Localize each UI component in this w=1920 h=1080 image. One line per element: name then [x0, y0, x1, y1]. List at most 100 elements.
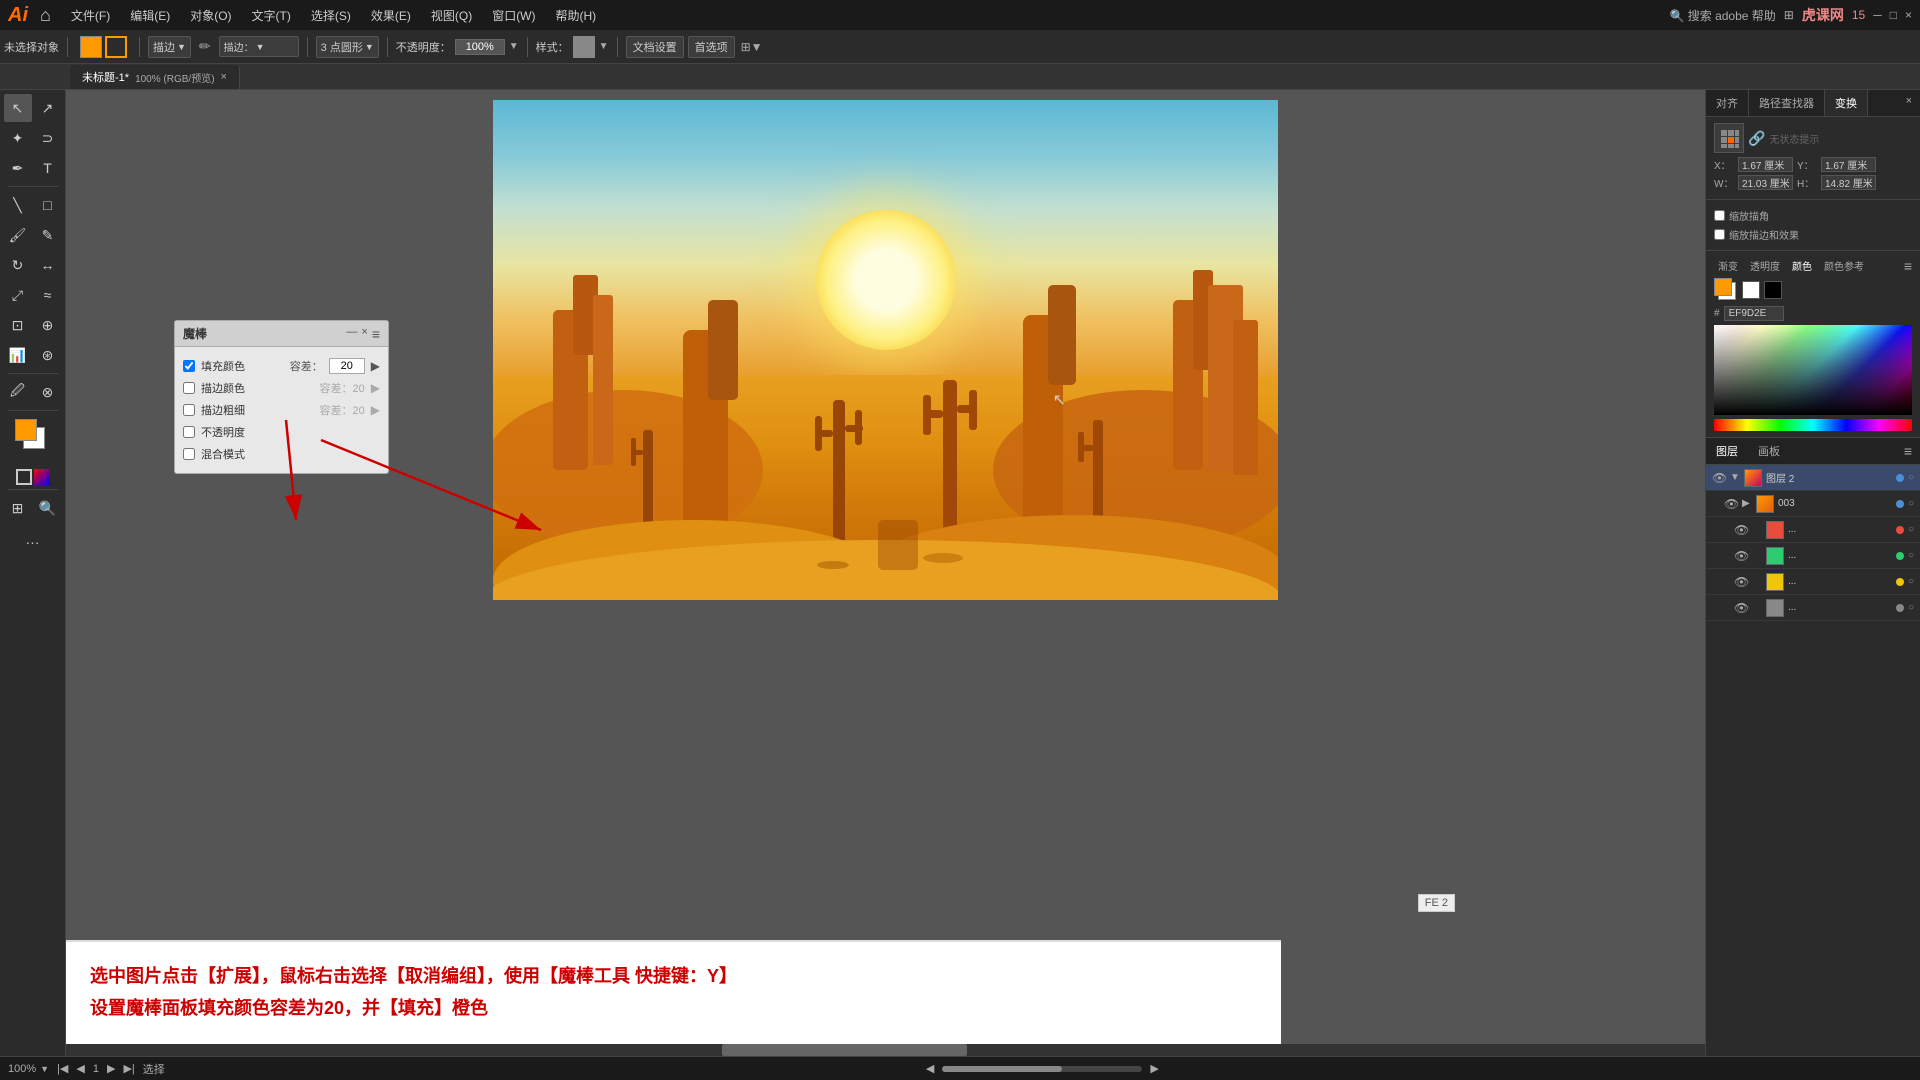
hex-input[interactable] — [1724, 306, 1784, 321]
scale-effects-checkbox[interactable] — [1714, 229, 1725, 240]
scale-tool[interactable]: ⤢ — [4, 281, 32, 309]
layer-expand-btn[interactable]: ▶ — [1742, 498, 1752, 509]
stroke-tolerance-expand[interactable]: ▶ — [371, 381, 380, 395]
layer-lock-btn[interactable]: ○ — [1908, 498, 1914, 509]
layer-item[interactable]: 👁 ... ○ — [1706, 517, 1920, 543]
color-panel-menu[interactable]: ≡ — [1904, 258, 1912, 274]
home-icon[interactable]: ⌂ — [40, 5, 51, 26]
panel-close-btn[interactable]: × — [361, 326, 367, 342]
tab-pathfinder[interactable]: 路径查找器 — [1749, 90, 1825, 116]
search-icon[interactable]: 🔍 搜索 adobe 帮助 — [1669, 7, 1775, 24]
layer-item[interactable]: 👁 ... ○ — [1706, 543, 1920, 569]
layer-item[interactable]: 👁 ▼ 图层 2 ○ — [1706, 465, 1920, 491]
layer-visibility-toggle[interactable]: 👁 — [1712, 471, 1726, 485]
layer-item[interactable]: 👁 ... ○ — [1706, 595, 1920, 621]
color-tab-opacity[interactable]: 透明度 — [1746, 257, 1784, 274]
menu-item-window[interactable]: 窗口(W) — [484, 5, 543, 26]
layer-visibility-toggle[interactable]: 👁 — [1734, 523, 1748, 537]
eyedropper-tool[interactable]: 🖉 — [4, 378, 32, 406]
zoom-tool[interactable]: 🔍 — [34, 494, 62, 522]
none-color[interactable] — [16, 469, 32, 485]
lasso-tool[interactable]: ⊃ — [34, 124, 62, 152]
document-tab[interactable]: 未标题-1* 100% (RGB/预览) × — [70, 65, 240, 89]
page-nav-next-next[interactable]: ▶| — [123, 1062, 134, 1075]
opacity-chevron[interactable]: ▼ — [509, 41, 519, 52]
stroke-width-checkbox[interactable] — [183, 404, 195, 416]
page-nav-prev[interactable]: ◀ — [76, 1062, 84, 1075]
panel-menu-btn[interactable]: ≡ — [372, 326, 380, 342]
layer-lock-btn[interactable]: ○ — [1908, 576, 1914, 587]
chart-tool[interactable]: 📊 — [4, 341, 32, 369]
scale-strokes-checkbox[interactable] — [1714, 210, 1725, 221]
more-tools[interactable]: ··· — [19, 528, 47, 556]
page-nav-prev-prev[interactable]: |◀ — [57, 1062, 68, 1075]
w-input[interactable] — [1738, 175, 1793, 190]
brush-profile-select[interactable]: 描边： ▼ — [219, 36, 299, 57]
tab-layers[interactable]: 图层 — [1706, 438, 1748, 464]
color-gradient-picker[interactable] — [1714, 325, 1912, 415]
black-swatch[interactable] — [1764, 281, 1782, 299]
menu-item-object[interactable]: 对象(O) — [182, 5, 239, 26]
layer-visibility-toggle[interactable]: 👁 — [1724, 497, 1738, 511]
stroke-color-checkbox[interactable] — [183, 382, 195, 394]
screen-mode[interactable]: ⊞ — [4, 494, 32, 522]
opacity-checkbox[interactable] — [183, 426, 195, 438]
style-chevron[interactable]: ▼ — [599, 41, 609, 52]
layer-item[interactable]: 👁 ... ○ — [1706, 569, 1920, 595]
direct-select-tool[interactable]: ↗ — [34, 94, 62, 122]
window-minimize[interactable]: ─ — [1873, 8, 1882, 22]
fill-color-checkbox[interactable] — [183, 360, 195, 372]
style-swatch[interactable] — [573, 36, 595, 58]
reflect-tool[interactable]: ↔ — [34, 251, 62, 279]
symbol-tool[interactable]: ⊛ — [34, 341, 62, 369]
x-input[interactable] — [1738, 157, 1793, 172]
menu-item-effect[interactable]: 效果(E) — [363, 5, 419, 26]
tab-transform[interactable]: 变换 — [1825, 90, 1868, 116]
layer-lock-btn[interactable]: ○ — [1908, 524, 1914, 535]
opacity-input[interactable] — [455, 39, 505, 55]
tab-close-btn[interactable]: × — [221, 71, 227, 83]
layer-visibility-toggle[interactable]: 👁 — [1734, 549, 1748, 563]
layer-lock-btn[interactable]: ○ — [1908, 550, 1914, 561]
stroke-width-expand[interactable]: ▶ — [371, 403, 380, 417]
menu-item-text[interactable]: 文字(T) — [244, 5, 299, 26]
doc-settings-btn[interactable]: 文档设置 — [626, 36, 684, 58]
rect-tool[interactable]: □ — [34, 191, 62, 219]
color-tab-color[interactable]: 颜色 — [1788, 257, 1816, 274]
layer-expand-btn[interactable]: ▼ — [1730, 472, 1740, 483]
menu-item-file[interactable]: 文件(F) — [63, 5, 118, 26]
y-input[interactable] — [1821, 157, 1876, 172]
select-tool[interactable]: ↖ — [4, 94, 32, 122]
line-tool[interactable]: ╲ — [4, 191, 32, 219]
fg-swatch[interactable] — [1714, 278, 1732, 296]
fill-tolerance-expand[interactable]: ▶ — [371, 359, 380, 373]
tab-artboards[interactable]: 画板 — [1748, 438, 1790, 464]
arrange-icon[interactable]: ⊞ — [1784, 8, 1794, 22]
pencil-tool[interactable]: ✎ — [34, 221, 62, 249]
panel-close-icon[interactable]: × — [1898, 90, 1920, 116]
transform-grid-icon[interactable] — [1714, 123, 1744, 153]
pen-tool[interactable]: ✒ — [4, 154, 32, 182]
lock-proportions-icon[interactable]: 🔗 — [1748, 130, 1765, 147]
menu-item-help[interactable]: 帮助(H) — [548, 5, 605, 26]
zoom-control[interactable]: 100% ▼ — [8, 1063, 49, 1075]
blend-tool[interactable]: ⊗ — [34, 378, 62, 406]
foreground-color[interactable] — [15, 419, 37, 441]
layer-visibility-toggle[interactable]: 👁 — [1734, 575, 1748, 589]
artboard-nav-right[interactable]: ▶ — [1150, 1062, 1158, 1075]
h-scroll-thumb[interactable] — [722, 1044, 968, 1056]
hue-slider[interactable] — [1714, 419, 1912, 431]
prefs-btn[interactable]: 首选项 — [688, 36, 735, 58]
menu-item-view[interactable]: 视图(Q) — [423, 5, 480, 26]
window-maximize[interactable]: □ — [1890, 8, 1897, 22]
artboard-nav-left[interactable]: ◀ — [926, 1062, 934, 1075]
brush-tool[interactable]: 🖌 — [4, 221, 32, 249]
tab-align[interactable]: 对齐 — [1706, 90, 1749, 116]
layer-item[interactable]: 👁 ▶ 003 ○ — [1706, 491, 1920, 517]
h-scrollbar[interactable] — [66, 1044, 1705, 1056]
type-tool[interactable]: T — [34, 154, 62, 182]
layer-lock-btn[interactable]: ○ — [1908, 472, 1914, 483]
menu-item-edit[interactable]: 编辑(E) — [122, 5, 178, 26]
gradient-color[interactable] — [34, 469, 50, 485]
fill-tolerance-input[interactable] — [329, 358, 365, 374]
